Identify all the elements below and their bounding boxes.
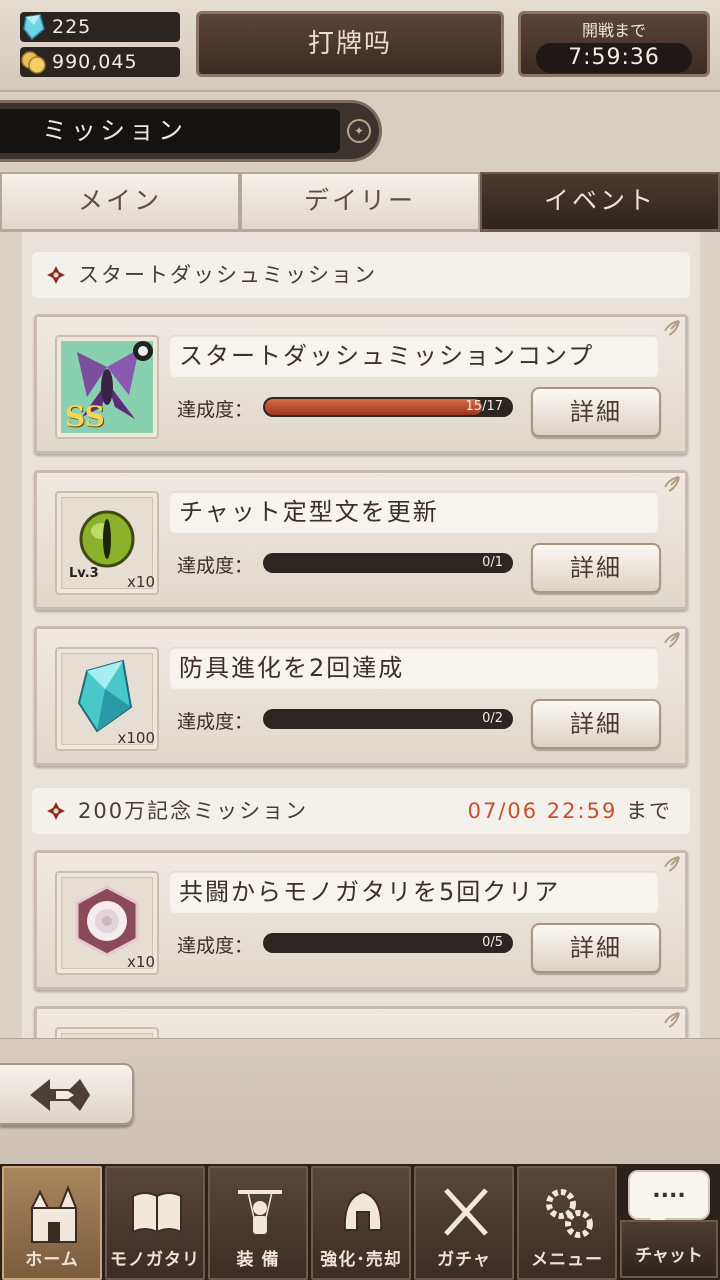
progress-label: 達成度： [177, 399, 254, 421]
crossed-swords-icon [444, 1188, 488, 1236]
tab-daily[interactable]: デイリー [240, 172, 480, 232]
progress-value: 0/2 [482, 711, 503, 726]
nav-story[interactable]: モノガタリ [105, 1166, 205, 1280]
progress-bar: 0/1 [263, 553, 513, 573]
reward-quantity: x100 [117, 729, 155, 747]
progress-value: 0/1 [482, 555, 503, 570]
nav-label: メニュー [531, 1250, 603, 1270]
corner-ornament-icon [664, 1012, 680, 1028]
footer-area [0, 1038, 720, 1164]
nav-home[interactable]: ホーム [2, 1166, 102, 1280]
gold-coin-icon [21, 51, 46, 74]
castle-icon [30, 1185, 78, 1243]
progress-label: 達成度： [177, 555, 254, 577]
progress-bar: 15/17 [263, 397, 513, 417]
mission-name: チャット定型文を更新 [169, 491, 659, 533]
mission-name: スタートダッシュミッションコンプ [169, 335, 659, 377]
progress-bar: 0/5 [263, 933, 513, 953]
chat-button[interactable]: .... チャット [620, 1168, 718, 1278]
reward-thumbnail[interactable]: Lv.3 x10 [55, 491, 159, 595]
gem-counter[interactable]: 225 [20, 12, 180, 42]
nav-label: ホーム [25, 1250, 79, 1270]
puppet-icon [238, 1190, 282, 1234]
nav-gacha[interactable]: ガチャ [414, 1166, 514, 1280]
player-title-button[interactable]: 打牌吗 [196, 11, 504, 77]
battle-countdown[interactable]: 開戦まで 7:59:36 [518, 11, 710, 77]
chat-bubble-icon: .... [628, 1170, 710, 1220]
section-header-anniversary: 200万記念ミッション 07/06 22:59 まで [32, 788, 690, 834]
bottom-nav: ホーム モノガタリ 装 備 強化･売却 ガチャ メニュー [0, 1164, 720, 1280]
nav-label: モノガタリ [110, 1250, 200, 1270]
detail-button[interactable]: 詳細 [531, 543, 661, 593]
section-header-start-dash: スタートダッシュミッション [32, 252, 690, 298]
helmet-icon [343, 1190, 383, 1231]
reward-quantity: x10 [127, 953, 155, 971]
mission-card: Lv.3 x10 チャット定型文を更新 達成度： 0/1 詳細 [34, 470, 688, 610]
section-title: 200万記念ミッション [78, 799, 309, 823]
nav-equipment[interactable]: 装 備 [208, 1166, 308, 1280]
gem-icon [23, 14, 45, 41]
reward-quantity: x10 [127, 573, 155, 591]
mission-card: x100 防具進化を2回達成 達成度： 0/2 詳細 [34, 626, 688, 766]
book-icon [132, 1192, 182, 1234]
reward-thumbnail[interactable]: SS [55, 335, 159, 439]
nav-label: ガチャ [437, 1250, 491, 1270]
ornament-cross-icon [47, 802, 65, 820]
gem-count: 225 [52, 16, 92, 38]
gold-count: 990,045 [52, 51, 138, 73]
mission-name: 共闘からモノガタリを5回クリア [169, 871, 659, 913]
nav-label: 装 備 [236, 1250, 280, 1270]
mission-list[interactable]: スタートダッシュミッション SS スタートダッシュミッションコンプ 達成度： 1… [0, 232, 720, 1038]
mission-tabs: メイン デイリー イベント [0, 172, 720, 232]
detail-button[interactable]: 詳細 [531, 387, 661, 437]
mission-name: 防具進化を2回達成 [169, 647, 659, 689]
deadline-suffix: まで [626, 799, 672, 823]
section-title: スタートダッシュミッション [78, 263, 377, 287]
ornament-cross-icon [47, 266, 65, 284]
mission-card [34, 1006, 688, 1038]
reward-thumbnail[interactable]: x10 [55, 871, 159, 975]
page-title-plate: ミッション ✦ [0, 100, 382, 162]
nav-enhance-sell[interactable]: 強化･売却 [311, 1166, 411, 1280]
battle-countdown-timer: 7:59:36 [536, 43, 692, 73]
back-arrow-icon [30, 1079, 90, 1111]
chat-label: チャット [620, 1220, 718, 1278]
tab-event[interactable]: イベント [480, 172, 720, 232]
section-deadline: 07/06 22:59 まで [468, 788, 672, 834]
progress-fill [265, 399, 482, 415]
detail-button[interactable]: 詳細 [531, 923, 661, 973]
reward-thumbnail[interactable] [55, 1027, 159, 1038]
reward-thumbnail[interactable]: x100 [55, 647, 159, 751]
gold-counter[interactable]: 990,045 [20, 47, 180, 77]
deadline-date: 07/06 22:59 [467, 799, 618, 823]
page-title: ミッション [0, 109, 340, 153]
ornament-knob-icon: ✦ [347, 119, 371, 143]
detail-button[interactable]: 詳細 [531, 699, 661, 749]
nav-label: 強化･売却 [320, 1250, 402, 1270]
progress-value: 15/17 [465, 399, 503, 414]
gears-icon [546, 1189, 593, 1238]
tab-main[interactable]: メイン [0, 172, 240, 232]
rarity-badge: SS [65, 400, 105, 433]
progress-bar: 0/2 [263, 709, 513, 729]
battle-countdown-label: 開戦まで [581, 21, 646, 40]
nav-menu[interactable]: メニュー [517, 1166, 617, 1280]
back-button[interactable] [0, 1063, 134, 1125]
status-bar: 225 990,045 打牌吗 開戦まで 7:59:36 [0, 0, 720, 92]
mission-card: x10 共闘からモノガタリを5回クリア 達成度： 0/5 詳細 [34, 850, 688, 990]
mission-card: SS スタートダッシュミッションコンプ 達成度： 15/17 詳細 [34, 314, 688, 454]
progress-label: 達成度： [177, 711, 254, 733]
reward-level: Lv.3 [69, 566, 99, 581]
progress-value: 0/5 [482, 935, 503, 950]
progress-label: 達成度： [177, 935, 254, 957]
